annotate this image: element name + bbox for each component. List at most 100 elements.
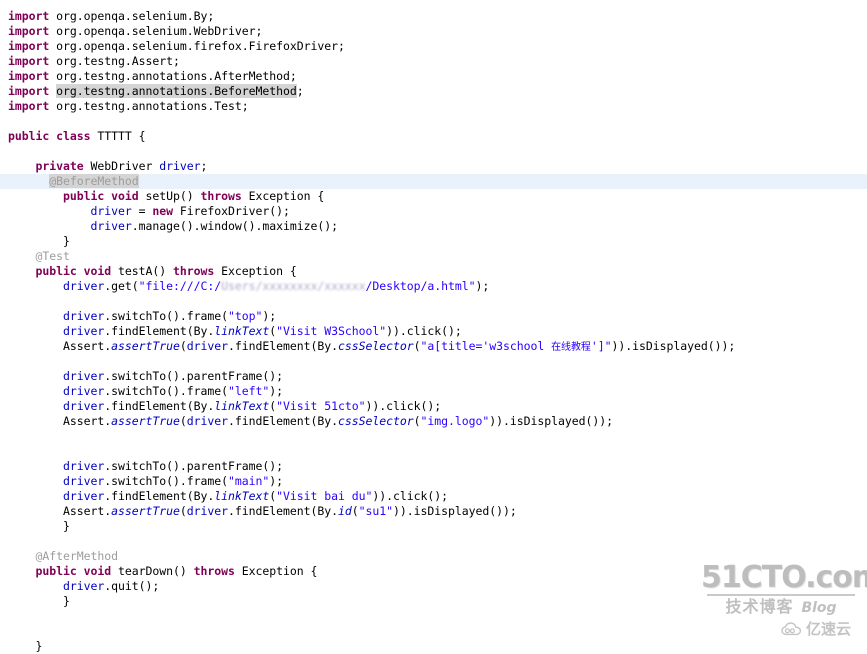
code-token: id [337,504,352,518]
code-token: @AfterMethod [35,549,119,563]
code-line[interactable]: private WebDriver driver; [0,159,867,174]
code-token: import [8,54,50,68]
code-line[interactable]: driver.switchTo().frame("main"); [0,474,867,489]
code-token: ; [200,159,208,173]
code-token: ); [269,384,283,398]
code-token: )).isDisplayed()); [611,339,736,353]
code-token: driver [186,339,228,353]
code-line[interactable]: import org.testng.annotations.Test; [0,99,867,114]
watermark-brand: 51CTO.com [701,560,867,595]
code-line[interactable]: @Test [0,249,867,264]
code-line[interactable] [0,144,867,159]
code-token: .findElement(By. [104,399,215,413]
code-line[interactable]: driver.findElement(By.linkText("Visit ba… [0,489,867,504]
code-line[interactable]: driver.switchTo().parentFrame(); [0,369,867,384]
code-line[interactable]: driver.switchTo().parentFrame(); [0,459,867,474]
code-text-area[interactable]: import org.openqa.selenium.By; import org… [0,0,867,654]
code-token: driver [186,414,228,428]
code-token: .manage().window().maximize(); [131,219,338,233]
code-token: .findElement(By. [104,489,215,503]
code-line[interactable]: import org.openqa.selenium.By; [0,9,867,24]
code-token: import [8,99,50,113]
code-line[interactable]: import org.openqa.selenium.firefox.Firef… [0,39,867,54]
code-token: org.openqa.selenium.firefox.FirefoxDrive… [49,39,345,53]
code-token: throws [193,564,235,578]
code-token: /Desktop/a.html" [365,279,476,293]
code-line[interactable]: public void setUp() throws Exception { [0,189,867,204]
code-token: setUp() [138,189,201,203]
code-token: org.openqa.selenium.WebDriver; [49,24,263,38]
code-line[interactable] [0,354,867,369]
code-token: cssSelector [337,414,414,428]
code-line[interactable]: driver.switchTo().frame("left"); [0,384,867,399]
code-token: ); [262,309,277,323]
code-line[interactable]: import org.testng.Assert; [0,54,867,69]
code-token: ( [179,339,187,353]
code-token: .findElement(By. [227,339,338,353]
code-token: .get( [104,279,139,293]
code-token: )).click(); [365,399,442,413]
code-token: new [152,204,173,218]
code-token: throws [200,189,242,203]
code-line[interactable]: } [0,234,867,249]
code-line[interactable]: driver = new FirefoxDriver(); [0,204,867,219]
code-line[interactable]: driver.switchTo().frame("top"); [0,309,867,324]
code-line[interactable]: Assert.assertTrue(driver.findElement(By.… [0,504,867,519]
code-line[interactable] [0,294,867,309]
watermark-subtitle-cn: 技术博客 [725,597,794,616]
code-token: @Test [35,249,70,263]
code-line[interactable]: Assert.assertTrue(driver.findElement(By.… [0,414,867,429]
code-editor-canvas[interactable]: import org.openqa.selenium.By; import org… [0,0,867,653]
code-token: .switchTo().parentFrame(); [104,369,283,383]
code-token: org.testng.Assert; [49,54,180,68]
code-line[interactable]: driver.findElement(By.linkText("Visit W3… [0,324,867,339]
code-token: throws [173,264,215,278]
code-line[interactable]: } [0,519,867,534]
code-line[interactable]: driver.get("file:///C:/Users/xxxxxxxx/xx… [0,279,867,294]
code-line[interactable]: public void testA() throws Exception { [0,264,867,279]
code-token: Assert. [8,504,112,518]
code-line[interactable]: public class TTTTT { [0,129,867,144]
code-token: Assert. [8,414,112,428]
code-line[interactable] [0,444,867,459]
code-line[interactable]: @BeforeMethod [0,174,867,189]
code-token: = [131,204,153,218]
code-line[interactable] [0,429,867,444]
code-token: "main" [227,474,270,488]
code-line[interactable] [0,534,867,549]
code-token: "top" [227,309,263,323]
code-token: Exception { [234,564,318,578]
code-line[interactable]: } [0,639,867,654]
code-token: driver [63,474,105,488]
code-token: import [8,9,50,23]
code-token: "a[title='w3school [420,339,552,353]
code-line[interactable]: import org.testng.annotations.AfterMetho… [0,69,867,84]
code-line[interactable]: import org.testng.annotations.BeforeMeth… [0,84,867,99]
code-line[interactable]: Assert.assertTrue(driver.findElement(By.… [0,339,867,354]
code-line[interactable]: import org.openqa.selenium.WebDriver; [0,24,867,39]
code-token: driver [63,489,105,503]
code-token: .switchTo().frame( [104,309,228,323]
code-token: FirefoxDriver(); [172,204,290,218]
code-token: driver [63,459,105,473]
code-line[interactable] [0,114,867,129]
code-line[interactable]: driver.manage().window().maximize(); [0,219,867,234]
code-token: )).isDisplayed()); [392,504,517,518]
code-token: tearDown() [111,564,194,578]
code-line[interactable]: driver.findElement(By.linkText("Visit 51… [0,399,867,414]
code-token: public void [35,264,112,278]
code-token: )).click(); [372,489,448,503]
code-token: cssSelector [337,339,414,353]
code-token: .quit(); [104,579,160,593]
code-token: .switchTo().frame( [104,384,228,398]
watermark-cloud: 亿速云 [701,618,861,639]
code-token: linkText [214,399,270,413]
code-token: import [8,39,50,53]
code-token: org.testng.annotations.BeforeMethod [56,84,297,98]
code-token: "img.logo" [420,414,490,428]
